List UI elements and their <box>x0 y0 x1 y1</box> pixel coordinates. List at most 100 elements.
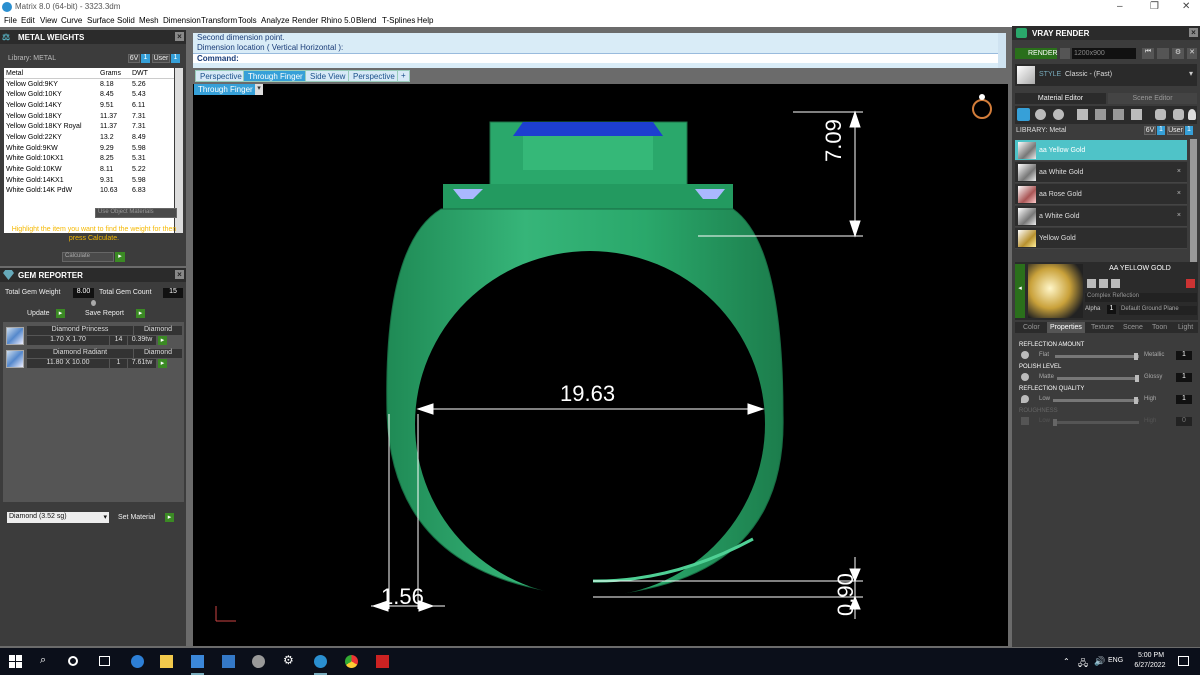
search-icon[interactable]: ⌕ <box>40 654 53 667</box>
alpha-value[interactable]: 1 <box>1107 305 1116 314</box>
render-window-icon[interactable] <box>1157 48 1169 59</box>
vray-app-icon[interactable] <box>376 655 389 668</box>
material-list-scrollbar[interactable] <box>1190 139 1197 274</box>
widgets-icon[interactable] <box>99 656 110 666</box>
menu-curve[interactable]: Curve <box>61 16 82 25</box>
lib-6v-button[interactable]: 6V <box>1144 126 1156 135</box>
gem-material-select[interactable]: Diamond (3.52 sg) ▾ <box>7 512 109 523</box>
table-row[interactable]: Yellow Gold:14KY 9.51 6.11 <box>4 100 174 111</box>
calculate-button[interactable]: Calculate <box>62 252 114 262</box>
table-row[interactable]: White Gold:14KX1 9.31 5.98 <box>4 175 174 186</box>
roughness-slider[interactable] <box>1053 419 1139 426</box>
viewport[interactable]: Through Finger ▾ 19.63 7.09 1.56 0.90 <box>193 84 1008 646</box>
file-explorer-icon[interactable] <box>160 655 173 668</box>
column-header-grams[interactable]: Grams <box>98 68 130 79</box>
calculate-go-icon[interactable]: ▸ <box>115 252 125 262</box>
polish-level-slider[interactable] <box>1057 375 1139 382</box>
menu-render[interactable]: Render <box>292 16 318 25</box>
roughness-value[interactable]: 0 <box>1176 417 1192 426</box>
reflection-type-select[interactable]: Complex Reflection <box>1085 293 1197 302</box>
render-button[interactable]: RENDER <box>1015 48 1058 59</box>
table-row[interactable]: Yellow Gold:10KY 8.45 5.43 <box>4 89 174 100</box>
ground-plane-select[interactable]: Default Ground Plane <box>1119 306 1197 315</box>
tab-toon[interactable]: Toon <box>1152 324 1167 331</box>
tab-through-finger[interactable]: Through Finger <box>243 70 308 82</box>
store-icon[interactable] <box>191 655 204 668</box>
tab-side-view[interactable]: Side View <box>305 70 351 82</box>
pattern-icon[interactable] <box>1095 109 1106 120</box>
menu-transform[interactable]: Transform <box>201 16 237 25</box>
material-item[interactable]: aa Yellow Gold <box>1015 140 1187 161</box>
slider-knob[interactable] <box>1134 353 1139 360</box>
volume-icon[interactable]: 🔊 <box>1094 656 1105 667</box>
gem-row[interactable]: Diamond Princess Diamond 1.70 X 1.70 14 … <box>3 325 184 347</box>
slider-knob[interactable] <box>1134 375 1139 382</box>
lib-6v-button[interactable]: 6V <box>128 54 140 63</box>
menu-view[interactable]: View <box>40 16 57 25</box>
gem-go-icon[interactable]: ▸ <box>158 336 167 345</box>
mail-icon[interactable] <box>222 655 235 668</box>
settings-gear-icon[interactable]: ⚙ <box>283 653 296 667</box>
tab-scene-editor[interactable]: Scene Editor <box>1108 93 1197 104</box>
tab-scene[interactable]: Scene <box>1123 324 1143 331</box>
close-render-icon[interactable]: ✕ <box>1187 48 1197 59</box>
column-header-dwt[interactable]: DWT <box>130 68 174 79</box>
update-go-icon[interactable]: ▸ <box>56 309 65 318</box>
remove-material-button[interactable]: × <box>1177 168 1181 175</box>
load-icon[interactable] <box>1173 109 1184 120</box>
save-report-go-icon[interactable]: ▸ <box>136 309 145 318</box>
slider-knob[interactable] <box>1053 419 1057 426</box>
menu-help[interactable]: Help <box>417 16 433 25</box>
material-item[interactable]: aa White Gold × <box>1015 162 1187 183</box>
language-indicator[interactable]: ENG <box>1108 657 1123 664</box>
delete-icon[interactable] <box>1186 279 1195 288</box>
reflection-quality-value[interactable]: 1 <box>1176 395 1192 404</box>
reflection-quality-slider[interactable] <box>1053 397 1139 404</box>
chrome-icon[interactable] <box>345 655 358 668</box>
menu-tsplines[interactable]: T-Splines <box>382 16 415 25</box>
command-scrollbar[interactable] <box>998 33 1006 68</box>
lib-user-button[interactable]: User <box>152 54 170 63</box>
table-row[interactable]: Yellow Gold:18KY 11.37 7.31 <box>4 111 174 122</box>
splitter-handle[interactable] <box>91 300 96 306</box>
copy-icon[interactable] <box>1099 279 1108 288</box>
menu-blend[interactable]: Blend <box>356 16 376 25</box>
close-icon[interactable]: × <box>175 270 184 279</box>
table-row[interactable]: Yellow Gold:18KY Royal 11.37 7.31 <box>4 121 174 132</box>
chevron-up-icon[interactable]: ⌃ <box>1063 657 1070 666</box>
table-row[interactable]: White Gold:10KW 8.11 5.22 <box>4 164 174 175</box>
texture-icon[interactable] <box>1077 109 1088 120</box>
rhino-icon[interactable] <box>252 655 265 668</box>
lib-user-button[interactable]: User <box>1167 126 1184 135</box>
command-input[interactable]: Command: <box>193 53 1003 63</box>
menu-mesh[interactable]: Mesh <box>139 16 159 25</box>
menu-edit[interactable]: Edit <box>21 16 35 25</box>
close-button[interactable]: ✕ <box>1182 1 1190 12</box>
table-row[interactable]: Yellow Gold:9KY 8.18 5.26 <box>4 79 174 90</box>
menu-solid[interactable]: Solid <box>117 16 135 25</box>
layers-icon[interactable] <box>1131 109 1142 120</box>
camera-icon[interactable] <box>1060 48 1070 59</box>
material-icon[interactable] <box>1035 109 1046 120</box>
windows-start-icon[interactable] <box>9 655 22 668</box>
collapse-preview-icon[interactable]: ◂ <box>1015 264 1025 318</box>
tab-perspective-2[interactable]: Perspective <box>348 70 400 82</box>
menu-file[interactable]: File <box>4 16 17 25</box>
render-options-icon[interactable]: ⏮ <box>1142 48 1154 59</box>
tab-material-editor[interactable]: Material Editor <box>1015 93 1106 104</box>
table-row[interactable]: Yellow Gold:22KY 13.2 8.49 <box>4 132 174 143</box>
sphere-icon[interactable] <box>1053 109 1064 120</box>
gem-go-icon[interactable]: ▸ <box>158 359 167 368</box>
clock-time[interactable]: 5:00 PM <box>1134 652 1168 659</box>
settings-gear-icon[interactable]: ⚙ <box>1172 48 1184 59</box>
add-view-tab-button[interactable]: + <box>397 70 410 82</box>
slider-knob[interactable] <box>1134 397 1139 404</box>
tab-texture[interactable]: Texture <box>1091 324 1114 331</box>
paste-icon[interactable] <box>1111 279 1120 288</box>
light-bulb-icon[interactable] <box>1188 109 1196 120</box>
remove-material-button[interactable]: × <box>1177 190 1181 197</box>
notifications-icon[interactable] <box>1178 656 1189 666</box>
use-object-materials-dropdown[interactable]: Use Object Materials <box>95 208 177 218</box>
menu-rhino[interactable]: Rhino 5.0 <box>321 16 355 25</box>
material-item[interactable]: a White Gold × <box>1015 206 1187 227</box>
